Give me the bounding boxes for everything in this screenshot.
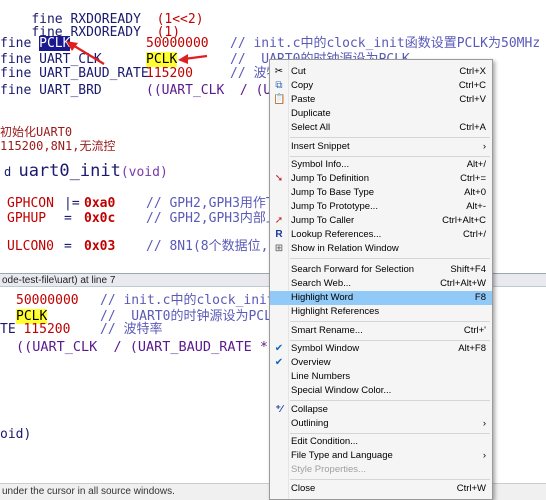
menu-item-outlining[interactable]: Outlining ›	[270, 417, 492, 431]
menu-item-label: Highlight Word	[291, 292, 354, 303]
menu-item-label: Collapse	[291, 404, 328, 415]
lookup-references-icon: R	[275, 229, 283, 240]
menu-item-jump-to-prototype[interactable]: Jump To Prototype... Alt+-	[270, 200, 492, 214]
menu-item-label: Jump To Prototype...	[291, 201, 378, 212]
menu-item-label: Edit Condition...	[291, 436, 359, 447]
menu-item-collapse[interactable]: ⁺∕ Collapse	[270, 403, 492, 417]
menu-item-label: Special Window Color...	[291, 385, 392, 396]
menu-separator	[290, 137, 490, 138]
menu-separator	[290, 400, 490, 401]
menu-item-line-numbers[interactable]: Line Numbers	[270, 370, 492, 384]
menu-item-label: Jump To Caller	[291, 215, 355, 226]
menu-item-insert-snippet[interactable]: Insert Snippet ›	[270, 140, 492, 154]
menu-item-show-in-relation-window[interactable]: ⊞ Show in Relation Window	[270, 242, 492, 256]
menu-item-overview[interactable]: ✔ Overview	[270, 356, 492, 370]
menu-item-label: Jump To Base Type	[291, 187, 375, 198]
menu-item-label: Symbol Window	[291, 343, 360, 354]
menu-separator	[290, 258, 490, 259]
menu-item-special-window-color[interactable]: Special Window Color...	[270, 384, 492, 398]
menu-item-cut[interactable]: ✂ Cut Ctrl+X	[270, 65, 492, 79]
menu-item-jump-to-caller[interactable]: ➚ Jump To Caller Ctrl+Alt+C	[270, 214, 492, 228]
menu-item-label: Paste	[291, 94, 316, 105]
menu-item-shortcut: Ctrl+'	[463, 325, 486, 336]
menu-item-shortcut: Ctrl+Alt+C	[442, 215, 486, 226]
menu-item-shortcut: Ctrl+A	[459, 122, 486, 133]
menu-item-shortcut: Alt+0	[464, 187, 486, 198]
menu-item-highlight-references[interactable]: Highlight References	[270, 305, 492, 319]
menu-item-edit-condition[interactable]: Edit Condition...	[270, 435, 492, 449]
menu-item-label: Show in Relation Window	[291, 243, 399, 254]
menu-item-shortcut: Ctrl+/	[463, 229, 486, 240]
copy-icon: ⧉	[275, 80, 283, 91]
menu-item-highlight-word[interactable]: Highlight Word F8	[270, 291, 492, 305]
menu-item-search-forward[interactable]: Search Forward for Selection Shift+F4	[270, 263, 492, 277]
menu-item-label: Outlining	[291, 418, 329, 429]
menu-separator	[290, 321, 490, 322]
menu-item-label: Insert Snippet	[291, 141, 350, 152]
arrow-to-pclk	[70, 43, 105, 65]
menu-item-shortcut: Shift+F4	[450, 264, 486, 275]
collapse-icon: ⁺∕	[275, 404, 283, 415]
menu-item-search-web[interactable]: Search Web... Ctrl+Alt+W	[270, 277, 492, 291]
menu-item-label: Style Properties...	[291, 464, 366, 475]
menu-item-label: Copy	[291, 80, 314, 91]
menu-item-label: Jump To Definition	[291, 173, 369, 184]
menu-item-shortcut: Ctrl+C	[458, 80, 486, 91]
menu-item-jump-to-definition[interactable]: ➘ Jump To Definition Ctrl+=	[270, 172, 492, 186]
submenu-arrow-icon: ›	[482, 141, 486, 152]
submenu-arrow-icon: ›	[482, 418, 486, 429]
jump-caller-icon: ➚	[274, 215, 284, 226]
menu-separator	[290, 479, 490, 480]
menu-item-label: Lookup References...	[291, 229, 382, 240]
menu-item-symbol-window[interactable]: ✔ Symbol Window Alt+F8	[270, 342, 492, 356]
menu-item-shortcut: F8	[474, 292, 486, 303]
menu-item-label: Search Web...	[291, 278, 352, 289]
menu-item-shortcut: Ctrl+=	[460, 173, 486, 184]
menu-item-copy[interactable]: ⧉ Copy Ctrl+C	[270, 79, 492, 93]
menu-item-lookup-references[interactable]: R Lookup References... Ctrl+/	[270, 228, 492, 242]
context-menu: ✂ Cut Ctrl+X ⧉ Copy Ctrl+C 📋 Paste Ctrl+V Dupl…	[269, 59, 493, 500]
arrow-head-icon	[178, 54, 188, 64]
menu-item-shortcut: Ctrl+X	[459, 66, 486, 77]
scissors-icon: ✂	[274, 66, 284, 77]
menu-item-select-all[interactable]: Select All Ctrl+A	[270, 121, 492, 135]
relation-window-icon: ⊞	[274, 243, 284, 254]
paste-icon: 📋	[273, 94, 286, 105]
jump-definition-icon: ➘	[274, 173, 284, 184]
menu-item-shortcut: Alt+F8	[458, 343, 486, 354]
menu-item-shortcut: Alt+/	[466, 159, 486, 170]
menu-item-label: Line Numbers	[291, 371, 351, 382]
menu-item-shortcut: Alt+-	[466, 201, 486, 212]
menu-item-style-properties: Style Properties...	[270, 463, 492, 477]
menu-item-jump-to-base-type[interactable]: Jump To Base Type Alt+0	[270, 186, 492, 200]
menu-item-label: Duplicate	[291, 108, 331, 119]
menu-item-paste[interactable]: 📋 Paste Ctrl+V	[270, 93, 492, 107]
menu-item-label: Cut	[291, 66, 306, 77]
menu-separator	[290, 156, 490, 157]
menu-item-label: File Type and Language	[291, 450, 393, 461]
checkmark-icon: ✔	[274, 343, 284, 354]
menu-item-shortcut: Ctrl+Alt+W	[440, 278, 486, 289]
checkmark-icon: ✔	[274, 357, 284, 368]
menu-item-label: Highlight References	[291, 306, 380, 317]
menu-separator	[290, 433, 490, 434]
menu-item-smart-rename[interactable]: Smart Rename... Ctrl+'	[270, 324, 492, 338]
menu-item-duplicate[interactable]: Duplicate	[270, 107, 492, 121]
menu-item-label: Search Forward for Selection	[291, 264, 415, 275]
menu-item-file-type-language[interactable]: File Type and Language ›	[270, 449, 492, 463]
menu-separator	[290, 340, 490, 341]
menu-item-shortcut: Ctrl+V	[459, 94, 486, 105]
menu-item-symbol-info[interactable]: Symbol Info... Alt+/	[270, 158, 492, 172]
menu-item-label: Select All	[291, 122, 331, 133]
menu-item-label: Symbol Info...	[291, 159, 350, 170]
menu-item-label: Overview	[291, 357, 331, 368]
submenu-arrow-icon: ›	[482, 450, 486, 461]
menu-item-shortcut: Ctrl+W	[456, 483, 486, 494]
menu-item-label: Close	[291, 483, 316, 494]
menu-item-label: Smart Rename...	[291, 325, 363, 336]
menu-item-close[interactable]: Close Ctrl+W	[270, 482, 492, 496]
